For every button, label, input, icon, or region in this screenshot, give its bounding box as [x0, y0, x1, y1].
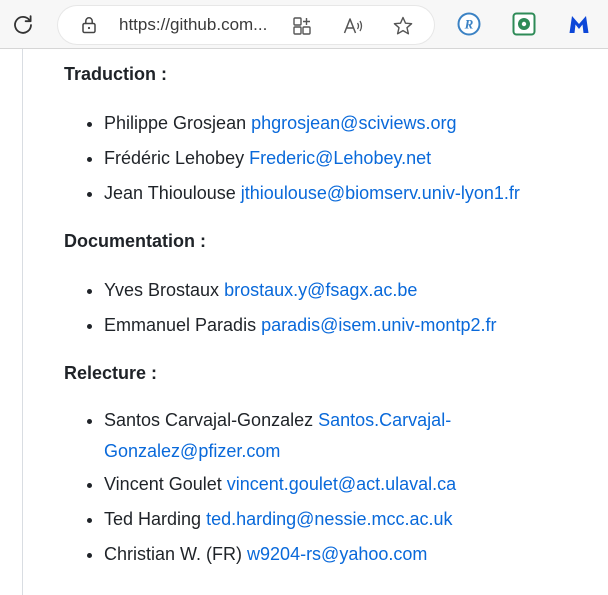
section-title-relecture: Relecture : — [64, 363, 158, 383]
browser-toolbar: https://github.com... R — [0, 0, 608, 49]
traduction-list: Philippe Grosjean phgrosjean@sciviews.or… — [64, 106, 604, 211]
section-title-documentation: Documentation : — [64, 231, 206, 251]
contributor-name: Ted Harding — [104, 509, 202, 529]
favorite-star-icon[interactable] — [392, 15, 414, 37]
contributor-name: Santos Carvajal-Gonzalez — [104, 410, 314, 430]
contributor-name: Yves Brostaux — [104, 280, 220, 300]
read-aloud-icon[interactable] — [342, 15, 364, 37]
content-border — [22, 49, 23, 595]
email-link[interactable]: vincent.goulet@act.ulaval.ca — [227, 474, 456, 494]
list-item: Jean Thioulouse jthioulouse@biomserv.uni… — [104, 176, 604, 211]
contributor-name: Jean Thioulouse — [104, 183, 236, 203]
email-link-part: Santos.Carvajal- — [318, 410, 452, 430]
list-item: Emmanuel Paradis paradis@isem.univ-montp… — [104, 308, 604, 343]
documentation-list: Yves Brostaux brostaux.y@fsagx.ac.be Emm… — [64, 273, 604, 343]
address-bar[interactable]: https://github.com... — [58, 6, 434, 44]
email-link[interactable]: w9204-rs@yahoo.com — [247, 544, 427, 564]
reload-icon[interactable] — [10, 12, 36, 38]
url-text[interactable]: https://github.com... — [119, 15, 267, 35]
svg-text:R: R — [464, 17, 474, 32]
r-extension-icon[interactable]: R — [457, 12, 481, 36]
email-link[interactable]: Frederic@Lehobey.net — [249, 148, 431, 168]
lock-icon[interactable] — [80, 16, 98, 34]
list-item: Santos Carvajal-Gonzalez Santos.Carvajal… — [104, 405, 604, 467]
email-link[interactable]: phgrosjean@sciviews.org — [251, 113, 456, 133]
contributor-name: Vincent Goulet — [104, 474, 222, 494]
green-extension-icon[interactable] — [512, 12, 536, 36]
email-link[interactable]: paradis@isem.univ-montp2.fr — [261, 315, 496, 335]
relecture-list: Santos Carvajal-Gonzalez Santos.Carvajal… — [64, 405, 604, 572]
list-item: Ted Harding ted.harding@nessie.mcc.ac.uk — [104, 502, 604, 537]
email-link[interactable]: jthioulouse@biomserv.univ-lyon1.fr — [241, 183, 520, 203]
list-item: Vincent Goulet vincent.goulet@act.ulaval… — [104, 467, 604, 502]
list-item: Christian W. (FR) w9204-rs@yahoo.com — [104, 537, 604, 572]
email-link[interactable]: ted.harding@nessie.mcc.ac.uk — [206, 509, 452, 529]
list-item: Frédéric Lehobey Frederic@Lehobey.net — [104, 141, 604, 176]
contributors-content: Traduction : Philippe Grosjean phgrosjea… — [64, 60, 604, 572]
email-link[interactable]: brostaux.y@fsagx.ac.be — [224, 280, 417, 300]
section-title-traduction: Traduction : — [64, 64, 167, 84]
malwarebytes-icon[interactable] — [567, 12, 591, 36]
contributor-name: Christian W. (FR) — [104, 544, 243, 564]
email-link-part: Gonzalez@pfizer.com — [104, 441, 281, 461]
split-screen-icon[interactable] — [291, 15, 313, 37]
list-item: Yves Brostaux brostaux.y@fsagx.ac.be — [104, 273, 604, 308]
contributor-name: Emmanuel Paradis — [104, 315, 257, 335]
list-item: Philippe Grosjean phgrosjean@sciviews.or… — [104, 106, 604, 141]
contributor-name: Philippe Grosjean — [104, 113, 247, 133]
contributor-name: Frédéric Lehobey — [104, 148, 245, 168]
